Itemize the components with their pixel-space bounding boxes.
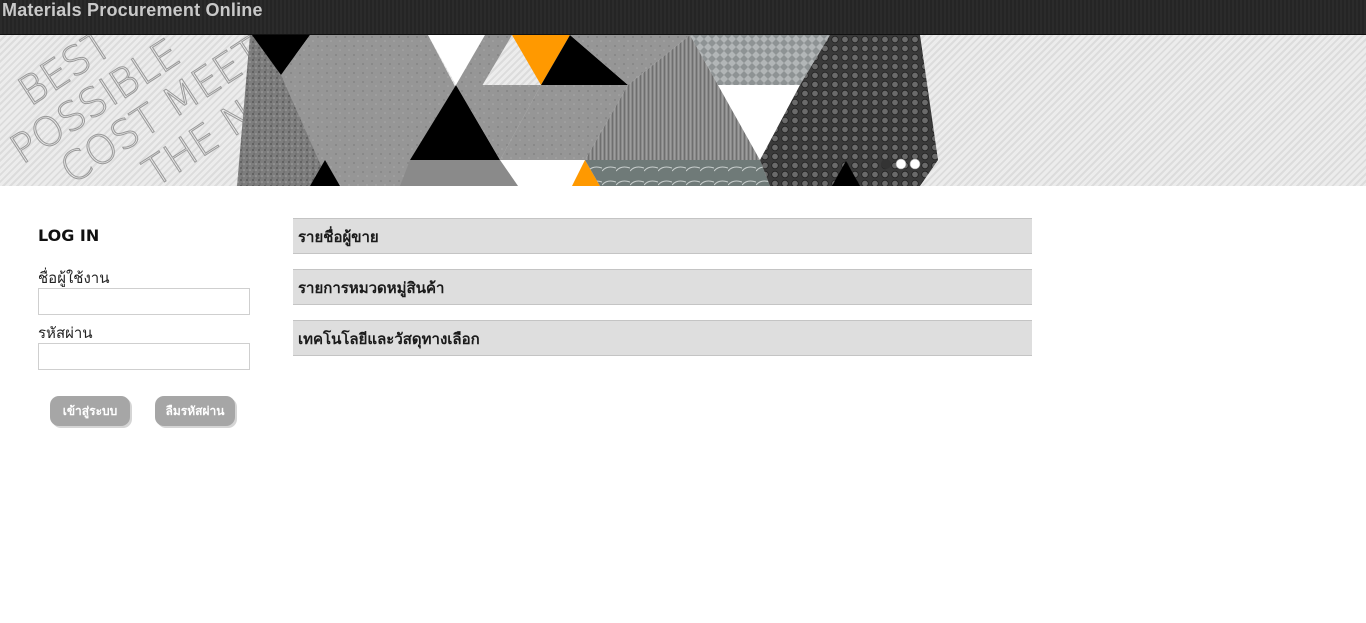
menu-item-vendor-list[interactable]: รายชื่อผู้ขาย	[293, 218, 1032, 254]
login-actions: เข้าสู่ระบบ ลืมรหัสผ่าน	[50, 396, 250, 428]
hero-banner-slideshow: BEST POSSIBLE COST MEET THE NEEDS	[0, 35, 1366, 186]
banner-graphic: BEST POSSIBLE COST MEET THE NEEDS	[2, 35, 938, 186]
menu-item-product-categories[interactable]: รายการหมวดหมู่สินค้า	[293, 269, 1032, 305]
login-panel: LOG IN ชื่อผู้ใช้งาน รหัสผ่าน เข้าสู่ระบ…	[38, 226, 253, 426]
slide-indicator	[881, 158, 921, 170]
top-header-bar: Materials Procurement Online	[0, 0, 1366, 35]
slide-dot-1[interactable]	[881, 159, 891, 169]
menu-item-alternative-materials[interactable]: เทคโนโลยีและวัสดุทางเลือก	[293, 320, 1032, 356]
login-button[interactable]: เข้าสู่ระบบ	[50, 396, 130, 426]
password-input[interactable]	[38, 343, 250, 370]
app-title: Materials Procurement Online	[2, 0, 263, 20]
slide-dot-2[interactable]	[895, 158, 907, 170]
password-label: รหัสผ่าน	[38, 324, 93, 342]
username-input[interactable]	[38, 288, 250, 315]
slide-dot-3[interactable]	[909, 158, 921, 170]
forgot-password-button[interactable]: ลืมรหัสผ่าน	[155, 396, 235, 426]
login-title: LOG IN	[38, 226, 100, 245]
materials-mosaic	[237, 35, 938, 186]
username-label: ชื่อผู้ใช้งาน	[38, 269, 110, 287]
